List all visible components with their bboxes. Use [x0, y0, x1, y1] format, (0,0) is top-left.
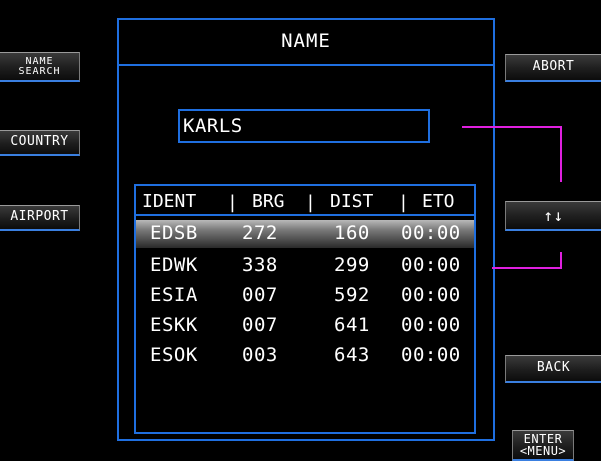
indicator-line-bottom-horizontal [492, 267, 562, 269]
cell-ident: ESKK [150, 314, 198, 336]
search-input[interactable]: KARLS [178, 109, 430, 143]
cell-dist: 641 [334, 314, 370, 336]
table-row[interactable]: EDSB 272 160 00:00 [136, 220, 474, 248]
cell-eto: 00:00 [401, 254, 461, 276]
header-brg: BRG [252, 191, 285, 212]
cell-brg: 338 [242, 254, 278, 276]
cell-eto: 00:00 [401, 222, 461, 244]
cell-brg: 003 [242, 344, 278, 366]
scroll-button[interactable]: ↑↓ [505, 201, 601, 231]
cell-ident: ESIA [150, 284, 198, 306]
header-dist: DIST [330, 191, 374, 212]
header-separator: | [305, 192, 316, 213]
menu-label: <MENU> [519, 444, 567, 458]
cell-brg: 272 [242, 222, 278, 244]
header-ident: IDENT [142, 191, 197, 212]
abort-button[interactable]: ABORT [505, 54, 601, 82]
indicator-line-top-horizontal [462, 126, 562, 128]
abort-label: ABORT [532, 59, 575, 75]
indicator-line-top-vertical [560, 126, 562, 182]
table-row[interactable]: ESIA 007 592 00:00 [136, 282, 474, 310]
enter-menu-button[interactable]: ENTER <MENU> [512, 430, 574, 461]
country-label: COUNTRY [10, 134, 69, 150]
header-separator: | [398, 192, 409, 213]
header-separator: | [227, 192, 238, 213]
country-button[interactable]: COUNTRY [0, 130, 80, 156]
header-eto: ETO [422, 191, 455, 212]
name-search-button[interactable]: NAME SEARCH [0, 52, 80, 82]
name-search-label-line1: NAME [25, 55, 54, 67]
cell-ident: ESOK [150, 344, 198, 366]
cell-eto: 00:00 [401, 314, 461, 336]
page-title: NAME [281, 30, 331, 52]
table-row[interactable]: EDWK 338 299 00:00 [136, 252, 474, 280]
cell-eto: 00:00 [401, 284, 461, 306]
cell-brg: 007 [242, 314, 278, 336]
table-row[interactable]: ESKK 007 641 00:00 [136, 312, 474, 340]
cell-ident: EDWK [150, 254, 198, 276]
cell-dist: 299 [334, 254, 370, 276]
name-search-label-line2: SEARCH [18, 65, 61, 77]
cell-dist: 160 [334, 222, 370, 244]
cell-dist: 643 [334, 344, 370, 366]
airport-button[interactable]: AIRPORT [0, 205, 80, 231]
cell-brg: 007 [242, 284, 278, 306]
back-label: BACK [536, 360, 571, 376]
cell-dist: 592 [334, 284, 370, 306]
up-down-arrows-icon: ↑↓ [543, 205, 564, 225]
cell-ident: EDSB [150, 222, 198, 244]
cell-eto: 00:00 [401, 344, 461, 366]
table-row[interactable]: ESOK 003 643 00:00 [136, 342, 474, 370]
airport-label: AIRPORT [10, 209, 69, 225]
back-button[interactable]: BACK [505, 355, 601, 383]
